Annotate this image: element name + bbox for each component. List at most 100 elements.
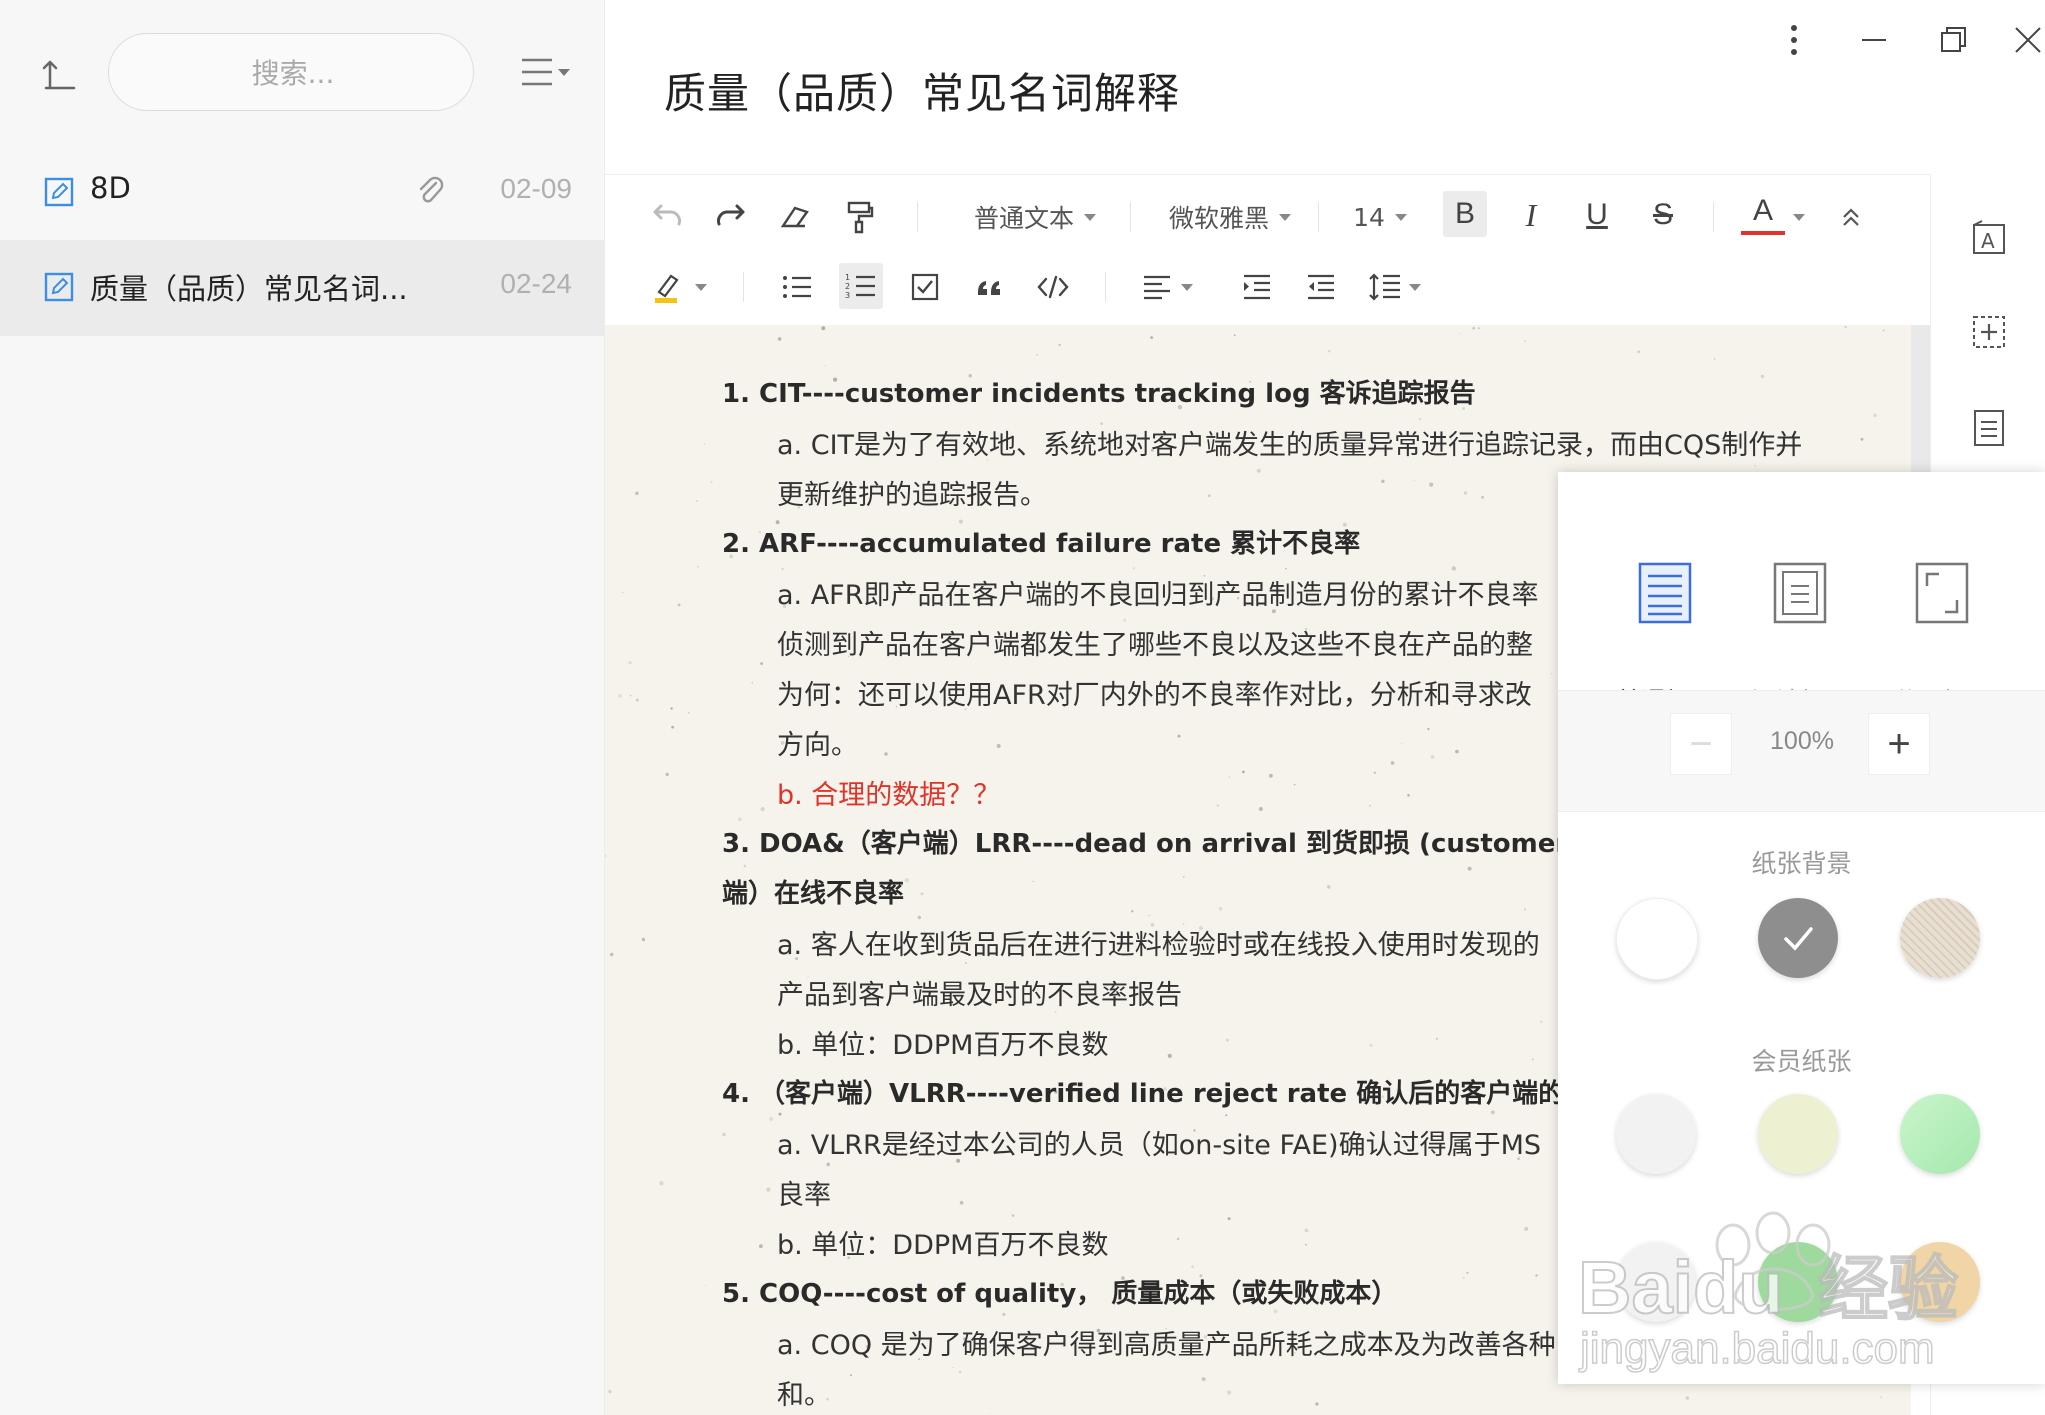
zoom-control: − 100% + bbox=[1558, 690, 2045, 812]
chevron-down-icon bbox=[1394, 213, 1407, 221]
item-text: 产品到客户端最及时的不良率报告 bbox=[777, 980, 1182, 1011]
chevron-down-icon bbox=[695, 283, 707, 291]
numbered-list-icon[interactable]: 123 bbox=[839, 263, 883, 309]
text-style-panel-icon[interactable]: A bbox=[1971, 220, 2007, 256]
zoom-in-button[interactable]: + bbox=[1868, 713, 1930, 775]
close-icon[interactable] bbox=[2006, 18, 2045, 62]
paragraph-style-dropdown[interactable]: 普通文本 bbox=[965, 195, 1105, 239]
attachment-icon bbox=[416, 173, 444, 207]
chevron-down-icon bbox=[1084, 213, 1096, 221]
svg-text:1: 1 bbox=[845, 273, 850, 282]
watermark-brand-cn: 经验 bbox=[1818, 1248, 1958, 1330]
italic-button[interactable]: I bbox=[1509, 193, 1553, 237]
note-date: 02-24 bbox=[500, 268, 572, 299]
undo-icon[interactable] bbox=[645, 195, 689, 239]
underline-button[interactable]: U bbox=[1575, 193, 1619, 237]
item-text: 和。 bbox=[777, 1380, 831, 1411]
align-dropdown[interactable] bbox=[1177, 265, 1197, 309]
item-text-highlighted: b. 合理的数据？？ bbox=[777, 780, 1001, 811]
outdent-icon[interactable] bbox=[1299, 265, 1343, 309]
item-text: a. CIT是为了有效地、系统地对客户端发生的质量异常进行追踪记录，而由CQS制… bbox=[777, 430, 1803, 461]
font-size-value: 14 bbox=[1353, 202, 1385, 232]
normal-view-option[interactable]: 普通视图 bbox=[1596, 534, 1736, 716]
list-item[interactable]: 8D 02-09 bbox=[0, 145, 604, 241]
watermark-url: jingyan.baidu.com bbox=[1578, 1324, 1935, 1373]
normal-view-icon bbox=[1638, 562, 1692, 624]
minimize-icon[interactable] bbox=[1852, 18, 1896, 62]
font-size-dropdown[interactable]: 14 bbox=[1345, 195, 1415, 239]
paper-swatch-selected[interactable] bbox=[1758, 898, 1838, 978]
bold-button[interactable]: B bbox=[1443, 191, 1487, 237]
bullet-list-icon[interactable] bbox=[775, 265, 819, 309]
quote-icon[interactable] bbox=[967, 265, 1011, 309]
vip-paper-label: 会员纸张 bbox=[1751, 1047, 1852, 1076]
svg-text:A: A bbox=[1981, 229, 1995, 253]
zoom-value: 100% bbox=[1770, 727, 1834, 755]
code-icon[interactable] bbox=[1031, 265, 1075, 309]
paper-swatch-linen[interactable] bbox=[1900, 898, 1980, 978]
note-edit-icon bbox=[44, 270, 74, 304]
document-title[interactable]: 质量（品质）常见名词解释 bbox=[664, 60, 1180, 121]
strikethrough-button[interactable]: S bbox=[1641, 193, 1685, 237]
search-box[interactable] bbox=[108, 33, 477, 112]
more-options-icon[interactable] bbox=[1772, 18, 1816, 62]
list-item[interactable]: 质量（品质）常见名词... 02-24 bbox=[0, 240, 604, 336]
page-view-icon bbox=[1915, 562, 1969, 624]
insert-icon[interactable] bbox=[1971, 314, 2007, 350]
svg-text:3: 3 bbox=[845, 291, 850, 300]
item-text: 方向。 bbox=[777, 730, 858, 761]
eraser-icon[interactable] bbox=[773, 195, 817, 239]
item-text: 侦测到产品在客户端都发生了哪些不良以及这些不良在产品的整 bbox=[777, 630, 1533, 661]
note-title: 8D bbox=[90, 171, 131, 205]
item-heading-continued: 端）在线不良率 bbox=[722, 879, 905, 909]
chevron-down-icon bbox=[1181, 283, 1193, 291]
paragraph-style-value: 普通文本 bbox=[973, 204, 1074, 233]
vip-swatch-mint[interactable] bbox=[1900, 1094, 1980, 1174]
collapse-toolbar-icon[interactable] bbox=[1831, 195, 1871, 239]
svg-text:2: 2 bbox=[845, 282, 850, 291]
search-input[interactable] bbox=[109, 34, 477, 112]
reading-view-option[interactable]: 阅读视图 bbox=[1731, 534, 1871, 716]
watermark-brand: Baidu bbox=[1578, 1246, 1784, 1329]
format-painter-icon[interactable] bbox=[837, 195, 881, 239]
font-family-dropdown[interactable]: 微软雅黑 bbox=[1160, 195, 1300, 239]
zoom-out-button[interactable]: − bbox=[1670, 713, 1732, 775]
line-height-dropdown[interactable] bbox=[1405, 265, 1425, 309]
baidu-watermark: Baidu 经验 jingyan.baidu.com bbox=[1568, 1195, 2038, 1375]
item-text: b. 单位：DDPM百万不良数 bbox=[777, 1230, 1109, 1261]
font-color-button[interactable]: A bbox=[1741, 191, 1785, 235]
item-text: 为何：还可以使用AFR对厂内外的不良率作对比，分析和寻求改 bbox=[777, 680, 1532, 711]
reading-view-icon bbox=[1773, 562, 1827, 624]
list-sort-menu-icon[interactable] bbox=[520, 54, 572, 90]
highlight-dropdown[interactable] bbox=[691, 265, 711, 309]
item-text: 更新维护的追踪报告。 bbox=[777, 480, 1047, 511]
font-family-value: 微软雅黑 bbox=[1168, 204, 1269, 233]
item-text: a. 客人在收到货品后在进行进料检验时或在线投入使用时发现的 bbox=[777, 930, 1540, 961]
paper-background-label: 纸张背景 bbox=[1751, 849, 1852, 878]
note-date: 02-09 bbox=[500, 173, 572, 204]
item-heading: 5. COQ----cost of quality， 质量成本（或失败成本） bbox=[722, 1279, 1398, 1309]
page-view-option[interactable]: 分页视图 bbox=[1873, 534, 2013, 716]
font-color-dropdown[interactable] bbox=[1789, 195, 1809, 239]
item-text: a. COQ 是为了确保客户得到高质量产品所耗之成本及为改善各种 bbox=[777, 1330, 1556, 1361]
item-text: a. AFR即产品在客户端的不良回归到产品制造月份的累计不良率 bbox=[777, 580, 1539, 611]
formatting-toolbar: 普通文本 微软雅黑 14 B I U S A 123 bbox=[605, 174, 1930, 326]
highlight-icon[interactable] bbox=[645, 265, 689, 309]
paper-swatch-white[interactable] bbox=[1616, 898, 1698, 980]
restore-window-icon[interactable] bbox=[1932, 18, 1976, 62]
item-heading: 2. ARF----accumulated failure rate 累计不良率 bbox=[722, 529, 1361, 559]
back-up-icon[interactable] bbox=[38, 50, 82, 94]
item-text: a. VLRR是经过本公司的人员（如on-site FAE)确认过得属于MS bbox=[777, 1130, 1542, 1161]
vip-swatch-gray[interactable] bbox=[1616, 1094, 1696, 1174]
line-height-icon[interactable] bbox=[1363, 265, 1407, 309]
indent-icon[interactable] bbox=[1235, 265, 1279, 309]
chevron-down-icon bbox=[1409, 283, 1421, 291]
vip-swatch-cream[interactable] bbox=[1758, 1094, 1838, 1174]
checkbox-icon[interactable] bbox=[903, 265, 947, 309]
item-heading: 1. CIT----customer incidents tracking lo… bbox=[722, 379, 1476, 409]
check-icon bbox=[1784, 927, 1813, 951]
align-icon[interactable] bbox=[1135, 265, 1179, 309]
note-edit-icon bbox=[44, 175, 74, 209]
document-view-icon[interactable] bbox=[1971, 408, 2007, 448]
redo-icon[interactable] bbox=[709, 195, 753, 239]
